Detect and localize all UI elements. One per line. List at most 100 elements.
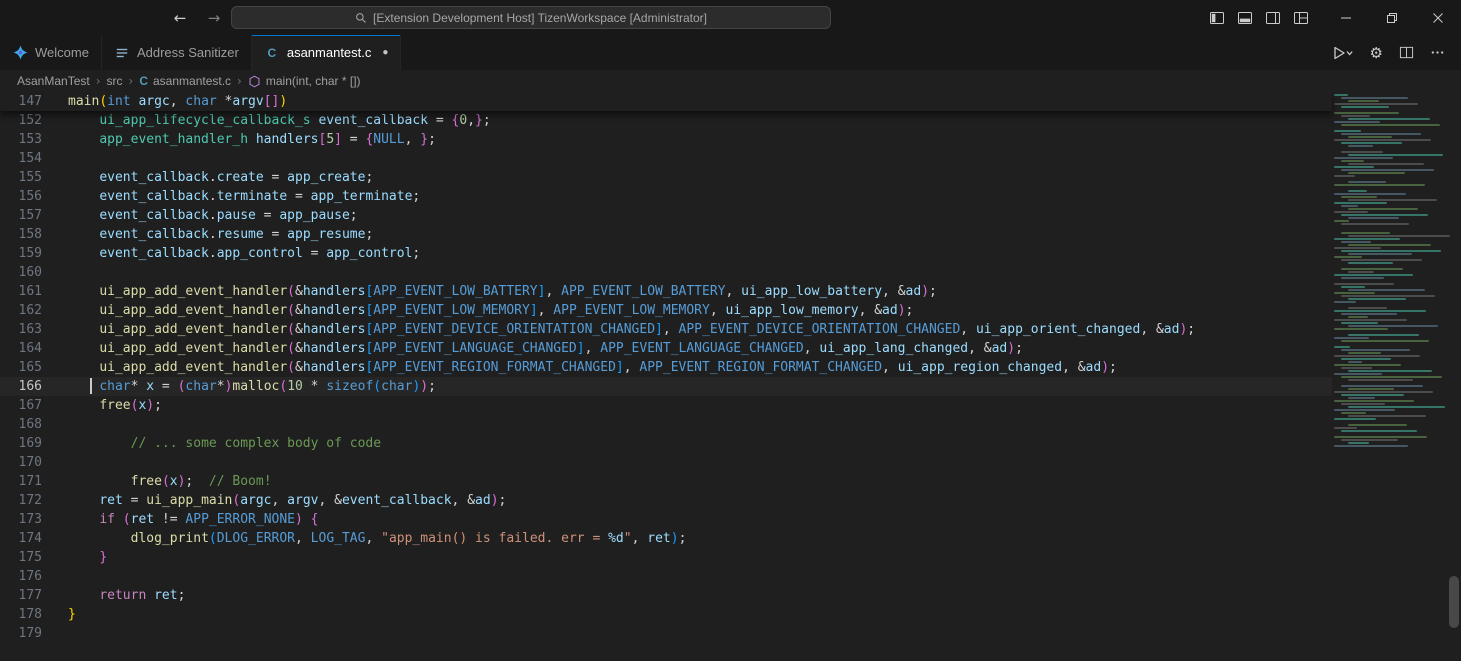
settings-gear-button[interactable]: ⚙ [1370,44,1383,62]
line-content[interactable]: char* x = (char*)malloc(10 * sizeof(char… [42,377,1332,396]
line-content[interactable]: return ret; [42,586,1332,605]
line-content[interactable] [42,149,1332,168]
code-line[interactable]: 162 ui_app_add_event_handler(&handlers[A… [0,301,1332,320]
line-content[interactable]: app_event_handler_h handlers[5] = {NULL,… [42,130,1332,149]
vertical-scrollbar[interactable] [1447,92,1461,661]
code-line[interactable]: 167 free(x); [0,396,1332,415]
editor-pane[interactable]: 147main(int argc, char *argv[]) 152 ui_a… [0,92,1461,661]
line-number[interactable]: 153 [0,130,42,149]
line-number[interactable]: 172 [0,491,42,510]
code-line[interactable]: 170 [0,453,1332,472]
code-line[interactable]: 155 event_callback.create = app_create; [0,168,1332,187]
line-content[interactable]: free(x); [42,396,1332,415]
line-number[interactable]: 162 [0,301,42,320]
line-content[interactable]: event_callback.resume = app_resume; [42,225,1332,244]
line-number[interactable]: 152 [0,111,42,130]
line-number[interactable]: 164 [0,339,42,358]
breadcrumb-item-file[interactable]: C asanmantest.c [139,74,231,88]
line-content[interactable]: } [42,605,1332,624]
line-number[interactable]: 174 [0,529,42,548]
line-content[interactable]: event_callback.app_control = app_control… [42,244,1332,263]
code-line[interactable]: 173 if (ret != APP_ERROR_NONE) { [0,510,1332,529]
line-number[interactable]: 178 [0,605,42,624]
line-content[interactable]: event_callback.pause = app_pause; [42,206,1332,225]
line-content[interactable] [42,624,1332,643]
command-center[interactable]: [Extension Development Host] TizenWorksp… [231,6,831,29]
line-number[interactable]: 176 [0,567,42,586]
line-content[interactable]: main(int argc, char *argv[]) [42,92,1332,111]
line-content[interactable] [42,567,1332,586]
line-number[interactable]: 159 [0,244,42,263]
line-number[interactable]: 170 [0,453,42,472]
line-number[interactable]: 155 [0,168,42,187]
code-line[interactable]: 166 char* x = (char*)malloc(10 * sizeof(… [0,377,1332,396]
line-content[interactable]: } [42,548,1332,567]
minimize-button[interactable] [1323,0,1369,35]
code-line[interactable]: 157 event_callback.pause = app_pause; [0,206,1332,225]
code-line[interactable]: 161 ui_app_add_event_handler(&handlers[A… [0,282,1332,301]
line-number[interactable]: 167 [0,396,42,415]
line-number[interactable]: 175 [0,548,42,567]
line-content[interactable] [42,263,1332,282]
line-content[interactable] [42,453,1332,472]
line-number[interactable]: 179 [0,624,42,643]
line-number[interactable]: 154 [0,149,42,168]
code-line[interactable]: 175 } [0,548,1332,567]
tab-asanmantest[interactable]: C asanmantest.c ● [252,35,402,70]
restore-button[interactable] [1369,0,1415,35]
line-content[interactable]: ret = ui_app_main(argc, argv, &event_cal… [42,491,1332,510]
line-content[interactable]: ui_app_add_event_handler(&handlers[APP_E… [42,301,1332,320]
breadcrumb-item-symbol[interactable]: main(int, char * []) [248,74,361,88]
scrollbar-thumb[interactable] [1449,576,1459,628]
more-actions-button[interactable] [1430,45,1445,60]
code-line[interactable]: 152 ui_app_lifecycle_callback_s event_ca… [0,111,1332,130]
toggle-primary-sidebar-button[interactable] [1203,0,1231,35]
line-number[interactable]: 165 [0,358,42,377]
code-line[interactable]: 176 [0,567,1332,586]
line-content[interactable]: ui_app_add_event_handler(&handlers[APP_E… [42,282,1332,301]
code-line[interactable]: 153 app_event_handler_h handlers[5] = {N… [0,130,1332,149]
code-line[interactable]: 164 ui_app_add_event_handler(&handlers[A… [0,339,1332,358]
line-content[interactable]: ui_app_add_event_handler(&handlers[APP_E… [42,339,1332,358]
toggle-panel-button[interactable] [1231,0,1259,35]
line-number[interactable]: 157 [0,206,42,225]
code-line[interactable]: 160 [0,263,1332,282]
forward-button[interactable]: → [202,6,226,30]
line-number[interactable]: 160 [0,263,42,282]
code-line[interactable]: 172 ret = ui_app_main(argc, argv, &event… [0,491,1332,510]
breadcrumb-item-project[interactable]: AsanManTest [17,74,90,88]
code-line[interactable]: 156 event_callback.terminate = app_termi… [0,187,1332,206]
code-line[interactable]: 163 ui_app_add_event_handler(&handlers[A… [0,320,1332,339]
line-number[interactable]: 158 [0,225,42,244]
customize-layout-button[interactable] [1287,0,1315,35]
code-line[interactable]: 178} [0,605,1332,624]
line-content[interactable]: ui_app_add_event_handler(&handlers[APP_E… [42,358,1332,377]
tab-address-sanitizer[interactable]: Address Sanitizer [102,35,252,70]
sticky-scroll-line[interactable]: 147main(int argc, char *argv[]) [0,92,1332,111]
code-line[interactable]: 154 [0,149,1332,168]
code-line[interactable]: 158 event_callback.resume = app_resume; [0,225,1332,244]
code-line[interactable]: 171 free(x); // Boom! [0,472,1332,491]
line-content[interactable] [42,415,1332,434]
line-number[interactable]: 168 [0,415,42,434]
line-content[interactable]: ui_app_lifecycle_callback_s event_callba… [42,111,1332,130]
toggle-secondary-sidebar-button[interactable] [1259,0,1287,35]
code-line[interactable]: 147main(int argc, char *argv[]) [0,92,1332,111]
line-number[interactable]: 156 [0,187,42,206]
code-line[interactable]: 159 event_callback.app_control = app_con… [0,244,1332,263]
line-content[interactable]: event_callback.terminate = app_terminate… [42,187,1332,206]
minimap[interactable] [1330,94,1447,661]
line-content[interactable]: free(x); // Boom! [42,472,1332,491]
line-number[interactable]: 177 [0,586,42,605]
back-button[interactable]: ← [168,6,192,30]
code-line[interactable]: 169 // ... some complex body of code [0,434,1332,453]
line-number[interactable]: 161 [0,282,42,301]
line-number[interactable]: 163 [0,320,42,339]
line-number[interactable]: 166 [0,377,42,396]
line-number[interactable]: 147 [0,92,42,111]
split-editor-button[interactable] [1399,45,1414,60]
code-line[interactable]: 179 [0,624,1332,643]
line-content[interactable]: dlog_print(DLOG_ERROR, LOG_TAG, "app_mai… [42,529,1332,548]
line-content[interactable]: if (ret != APP_ERROR_NONE) { [42,510,1332,529]
breadcrumb-item-src[interactable]: src [107,74,123,88]
